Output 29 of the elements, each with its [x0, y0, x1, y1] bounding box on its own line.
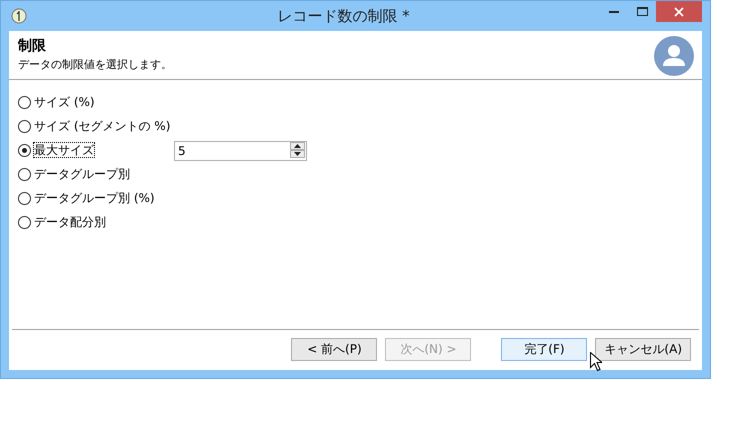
- spin-down-button[interactable]: [290, 150, 305, 158]
- page-subtitle: データの制限値を選択します。: [18, 57, 172, 72]
- window-title: レコード数の制限 *: [276, 6, 411, 26]
- wizard-button[interactable]: 完了(F): [501, 338, 588, 360]
- option-label[interactable]: データ配分別: [34, 214, 106, 228]
- close-button[interactable]: [656, 1, 702, 22]
- up-arrow-icon: [294, 144, 301, 148]
- radio-button[interactable]: [18, 192, 31, 204]
- option-label[interactable]: 最大サイズ: [34, 142, 94, 156]
- option-label[interactable]: データグループ別 (%): [34, 190, 155, 204]
- wizard-button[interactable]: キャンセル(A): [595, 338, 691, 360]
- maximize-icon: [636, 7, 648, 16]
- option-label[interactable]: サイズ (%): [34, 94, 95, 108]
- wizard-button[interactable]: < 前へ(P): [291, 338, 378, 360]
- number-field[interactable]: 5: [174, 141, 307, 161]
- radio-button[interactable]: [18, 120, 31, 132]
- radio-button[interactable]: [18, 216, 31, 228]
- close-icon: [674, 6, 684, 16]
- radio-button[interactable]: [18, 144, 31, 156]
- radio-button[interactable]: [18, 96, 31, 108]
- page-title: 制限: [18, 37, 47, 55]
- user-icon: [654, 36, 694, 76]
- app-icon: [11, 8, 27, 24]
- minimize-icon: [609, 10, 619, 13]
- radio-button[interactable]: [18, 168, 31, 180]
- option-label[interactable]: データグループ別: [34, 166, 130, 180]
- spin-up-button[interactable]: [290, 142, 305, 150]
- down-arrow-icon: [294, 152, 301, 156]
- option-label[interactable]: サイズ (セグメントの %): [34, 118, 170, 132]
